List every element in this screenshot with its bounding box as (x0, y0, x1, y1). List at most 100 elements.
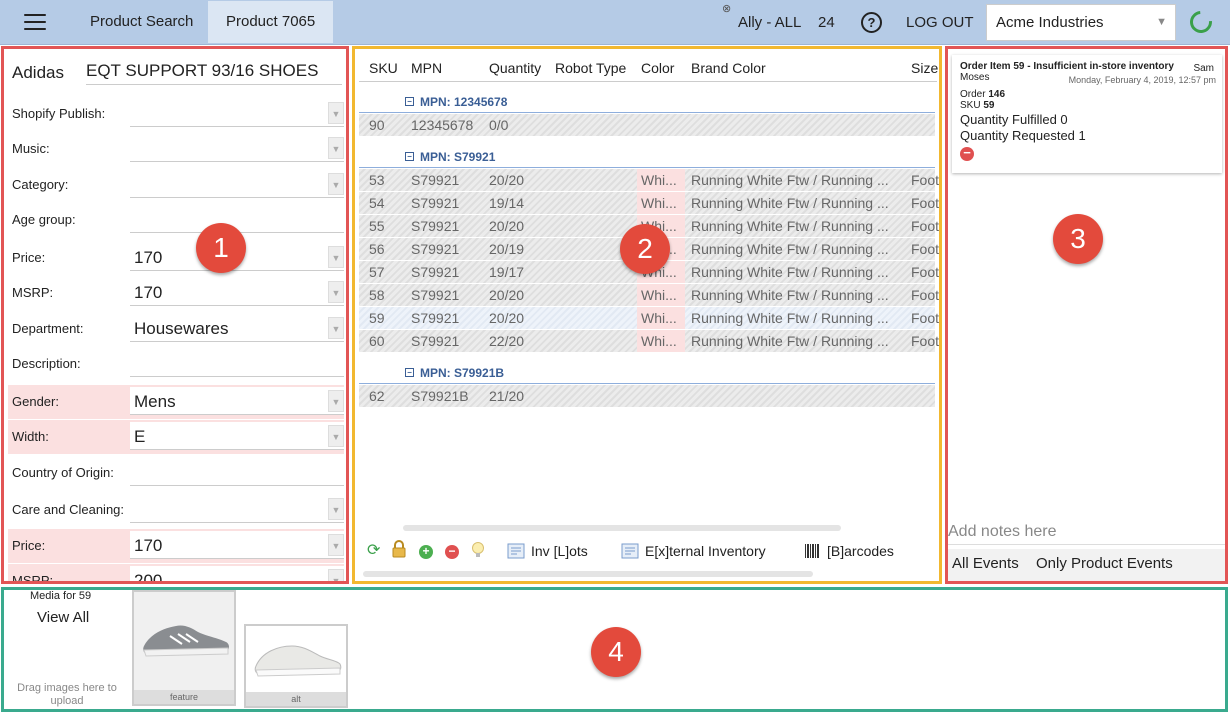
field-select[interactable]: ▼ (130, 170, 344, 198)
view-all-link[interactable]: View All (37, 609, 89, 626)
chevron-down-icon[interactable]: ▼ (328, 281, 344, 303)
lightbulb-icon[interactable] (471, 541, 485, 562)
hamburger-icon[interactable] (24, 14, 46, 30)
table-row[interactable]: 54 S79921 19/14 Whi... Running White Ftw / R… (359, 192, 939, 214)
chevron-down-icon[interactable]: ▼ (328, 317, 344, 339)
chevron-down-icon[interactable]: ▼ (328, 246, 344, 268)
column-header[interactable]: Quantity (489, 60, 541, 76)
event-card[interactable]: Order Item 59 - Insufficient in-store in… (952, 55, 1222, 173)
form-row: Music: ▼ (8, 132, 344, 166)
field-label: Music: (12, 141, 50, 156)
field-value: 170 (134, 248, 163, 267)
group-header[interactable]: − MPN: S79921B (359, 362, 935, 384)
field-value: 170 (134, 536, 163, 555)
table-header: SKU MPN Quantity Robot Type Color Brand Color… (359, 52, 938, 82)
table-row[interactable]: 59 S79921 20/20 Whi... Running White Ftw / R… (359, 307, 939, 329)
lock-icon[interactable] (391, 540, 407, 561)
table-row[interactable]: 62 S79921B 21/20 (359, 385, 935, 407)
field-select[interactable]: E ▼ (130, 422, 344, 450)
notes-input[interactable]: Add notes here (948, 523, 1225, 545)
field-select[interactable]: ▼ (130, 495, 344, 523)
field-select[interactable]: 170 ▼ (130, 531, 344, 559)
chevron-down-icon[interactable]: ▼ (328, 498, 344, 520)
group-title: MPN: S79921 (420, 150, 496, 164)
cell-qty: 22/20 (489, 333, 525, 349)
event-date: Monday, February 4, 2019, 12:57 pm (1068, 75, 1216, 85)
chevron-down-icon[interactable]: ▼ (328, 390, 344, 412)
column-header[interactable]: SKU (369, 60, 398, 76)
event-sku-value: 59 (983, 100, 995, 111)
table-row[interactable]: 58 S79921 20/20 Whi... Running White Ftw / R… (359, 284, 939, 306)
add-icon[interactable]: + (419, 545, 433, 559)
group-header[interactable]: − MPN: S79921 (359, 146, 935, 168)
close-tab-icon[interactable]: ⊗ (722, 2, 731, 15)
horizontal-scrollbar[interactable] (403, 525, 841, 531)
product-name-field[interactable]: EQT SUPPORT 93/16 SHOES (86, 57, 342, 85)
column-header[interactable]: Robot Type (555, 60, 626, 76)
collapse-icon[interactable]: − (405, 152, 414, 161)
chevron-down-icon[interactable]: ▼ (328, 102, 344, 124)
tab-all-events[interactable]: All Events (952, 555, 1019, 572)
cell-brand-color: Running White Ftw / Running ... (691, 195, 889, 211)
table-row[interactable]: 60 S79921 22/20 Whi... Running White Ftw / R… (359, 330, 939, 352)
column-header[interactable]: Brand Color (691, 60, 766, 76)
help-icon[interactable]: ? (861, 12, 882, 33)
company-select-value: Acme Industries (996, 14, 1104, 31)
table-row[interactable]: 90 12345678 0/0 (359, 114, 935, 136)
company-select[interactable]: Acme Industries ▼ (986, 4, 1176, 41)
field-select[interactable]: 200 ▼ (130, 566, 344, 581)
field-select[interactable]: 170 ▼ (130, 278, 344, 306)
ally-filter[interactable]: Ally - ALL (738, 14, 801, 31)
media-thumb-alt[interactable]: alt (244, 624, 348, 708)
tab-product-events[interactable]: Only Product Events (1036, 555, 1173, 572)
tab-product[interactable]: Product 7065 (208, 1, 334, 43)
column-header[interactable]: Size (911, 60, 938, 76)
field-value: Housewares (134, 319, 229, 338)
remove-event-icon[interactable]: − (960, 146, 974, 161)
table-toolbar: ⟳ + − Inv [L]ots E[x]ternal Inventory [B… (359, 537, 935, 567)
chevron-down-icon[interactable]: ▼ (328, 137, 344, 159)
chevron-down-icon[interactable]: ▼ (328, 569, 344, 581)
field-label: Category: (12, 177, 69, 192)
event-sku: SKU 59 (960, 100, 1214, 111)
field-value: Mens (134, 392, 176, 411)
column-header[interactable]: Color (641, 60, 674, 76)
media-thumb-feature[interactable]: feature (132, 590, 236, 706)
refresh-icon[interactable]: ⟳ (367, 540, 380, 560)
field-value: E (134, 427, 146, 446)
field-select[interactable]: ▼ (130, 99, 344, 127)
thumb-caption: alt (246, 692, 346, 706)
cell-sku: 59 (369, 310, 385, 326)
remove-icon[interactable]: − (445, 545, 459, 559)
cell-color: Whi... (637, 192, 685, 214)
field-select[interactable]: Mens ▼ (130, 387, 344, 415)
callout-badge-4: 4 (591, 627, 641, 677)
upload-drop-zone[interactable]: Drag images here to upload (8, 682, 126, 708)
collapse-icon[interactable]: − (405, 368, 414, 377)
table-row[interactable]: 53 S79921 20/20 Whi... Running White Ftw / R… (359, 169, 939, 191)
tab-product-search[interactable]: Product Search (72, 1, 211, 43)
chevron-down-icon[interactable]: ▼ (328, 534, 344, 556)
inv-lots-button[interactable]: Inv [L]ots (531, 543, 588, 559)
group-header[interactable]: − MPN: 12345678 (359, 91, 935, 113)
chevron-down-icon[interactable]: ▼ (328, 425, 344, 447)
chevron-down-icon[interactable]: ▼ (328, 173, 344, 195)
form-row: Description: (8, 347, 344, 381)
barcodes-button[interactable]: [B]arcodes (827, 543, 894, 559)
cell-color: Whi... (637, 169, 685, 191)
field-label: Shopify Publish: (12, 106, 106, 121)
form-row: MSRP: 170 ▼ (8, 276, 344, 310)
collapse-icon[interactable]: − (405, 97, 414, 106)
toolbar-scrollbar[interactable] (363, 571, 813, 577)
field-input[interactable] (130, 349, 344, 377)
column-header[interactable]: MPN (411, 60, 442, 76)
cell-sku: 53 (369, 172, 385, 188)
form-row: Care and Cleaning: ▼ (8, 493, 344, 527)
logout-button[interactable]: LOG OUT (906, 14, 974, 31)
cell-mpn: S79921 (411, 264, 460, 280)
field-select[interactable]: Housewares ▼ (130, 314, 344, 342)
form-row: Department: Housewares ▼ (8, 312, 344, 346)
field-select[interactable]: ▼ (130, 134, 344, 162)
external-inventory-button[interactable]: E[x]ternal Inventory (645, 543, 766, 559)
field-input[interactable] (130, 458, 344, 486)
